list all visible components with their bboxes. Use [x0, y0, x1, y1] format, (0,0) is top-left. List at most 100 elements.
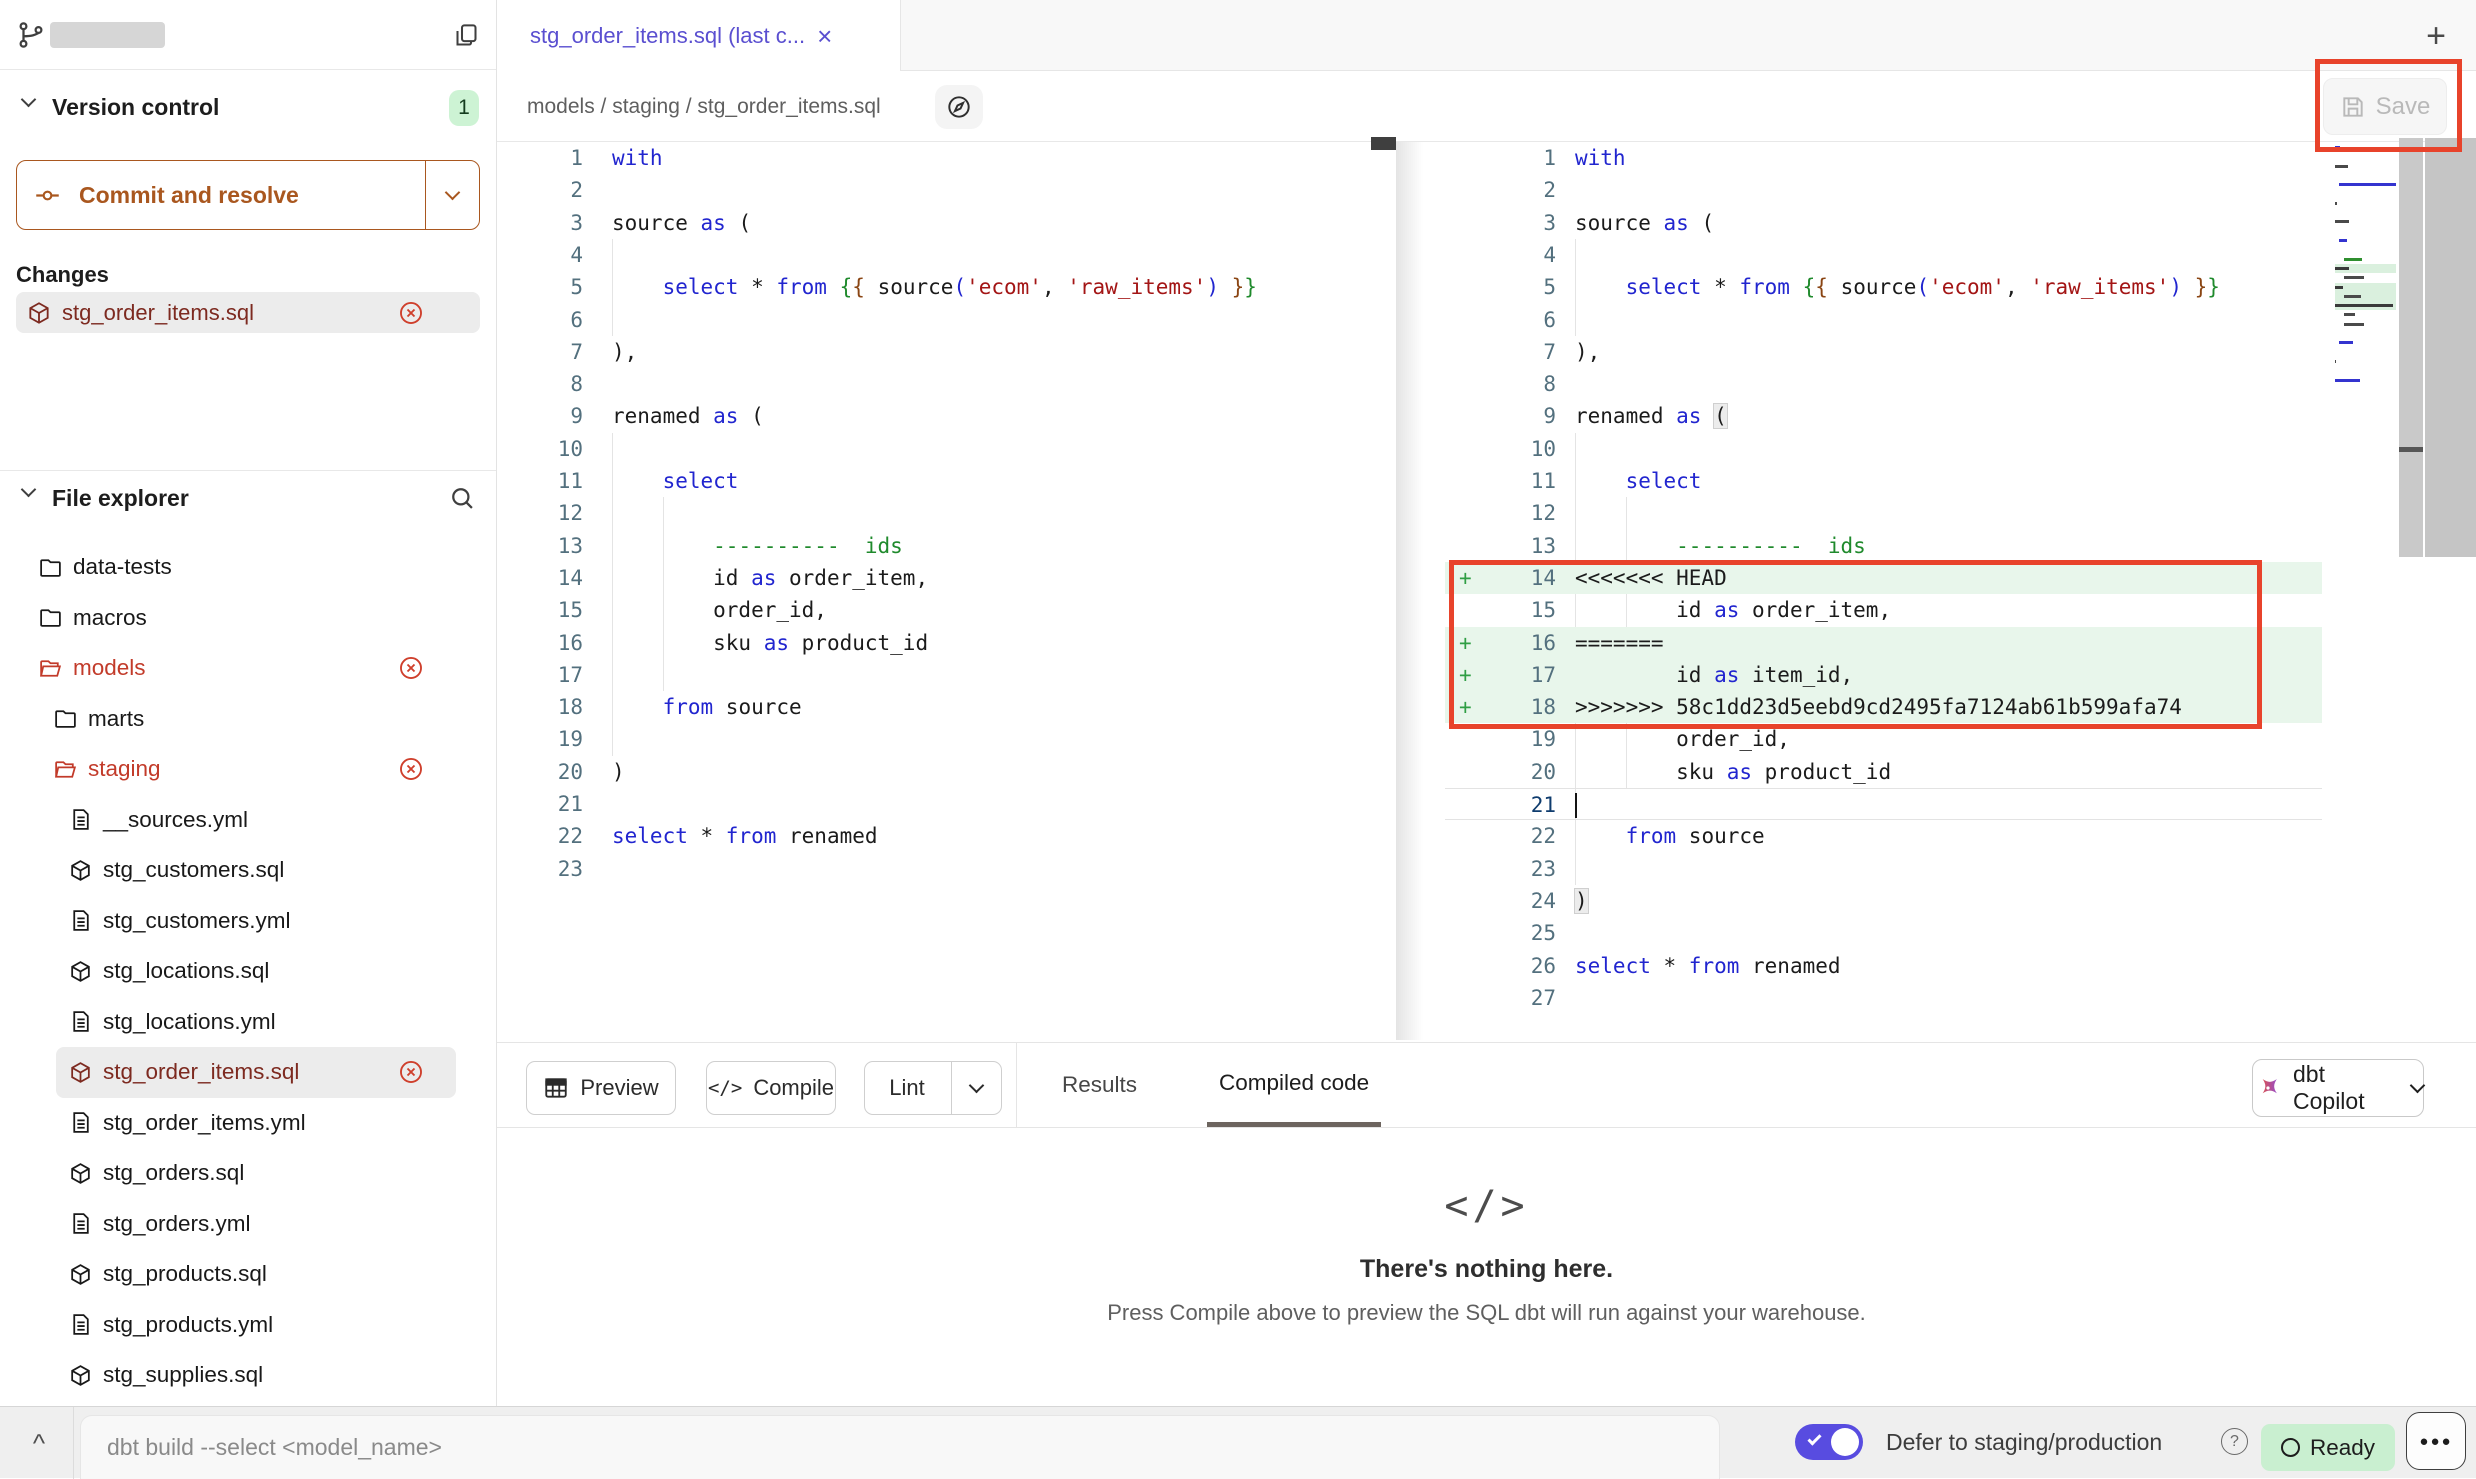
help-icon[interactable]: ? [2221, 1428, 2248, 1455]
code-line-19[interactable]: 19 order_id, [1445, 723, 2322, 755]
file-item-stg_locations.yml[interactable]: stg_locations.yml [0, 997, 497, 1048]
preview-button[interactable]: Preview [526, 1061, 676, 1115]
file-item-stg_orders.yml[interactable]: stg_orders.yml [0, 1199, 497, 1250]
close-tab-icon[interactable]: × [817, 23, 832, 49]
code-line-17[interactable]: 17 [497, 659, 1396, 691]
code-line-19[interactable]: 19 [497, 723, 1396, 755]
code-line-17[interactable]: +17 id as item_id, [1445, 659, 2322, 691]
window-scrollbar[interactable] [2425, 138, 2476, 557]
editor-pane-right[interactable]: 1with23source as (45 select * from {{ so… [1445, 142, 2322, 1015]
file-item-stg_customers.yml[interactable]: stg_customers.yml [0, 896, 497, 947]
code-line-5[interactable]: 5 select * from {{ source('ecom', 'raw_i… [497, 271, 1396, 303]
code-line-11[interactable]: 11 select [497, 465, 1396, 497]
code-line-2[interactable]: 2 [1445, 174, 2322, 206]
code-line-14[interactable]: 14 id as order_item, [497, 562, 1396, 594]
dbt-copilot-button[interactable]: dbt Copilot [2252, 1059, 2424, 1117]
command-input[interactable] [80, 1415, 1720, 1479]
save-button[interactable]: Save [2323, 78, 2447, 135]
file-item-stg_orders.sql[interactable]: stg_orders.sql [0, 1148, 497, 1199]
code-line-10[interactable]: 10 [1445, 433, 2322, 465]
file-item-stg_order_items.sql[interactable]: stg_order_items.sql [56, 1047, 456, 1098]
lineage-compass-icon[interactable] [935, 85, 983, 129]
git-branch-icon[interactable] [16, 20, 46, 50]
code-line-12[interactable]: 12 [1445, 497, 2322, 529]
code-line-23[interactable]: 23 [1445, 853, 2322, 885]
editor-scrollbar[interactable] [2399, 138, 2423, 557]
code-line-10[interactable]: 10 [497, 433, 1396, 465]
code-line-16[interactable]: +16======= [1445, 627, 2322, 659]
code-line-22[interactable]: 22 from source [1445, 820, 2322, 852]
code-line-25[interactable]: 25 [1445, 917, 2322, 949]
code-line-22[interactable]: 22select * from renamed [497, 820, 1396, 852]
file-item-macros[interactable]: macros [0, 593, 497, 644]
chevron-down-icon[interactable] [23, 488, 34, 495]
compile-button[interactable]: </> Compile [706, 1061, 836, 1115]
code-line-18[interactable]: +18>>>>>>> 58c1dd23d5eebd9cd2495fa7124ab… [1445, 691, 2322, 723]
discard-change-icon[interactable] [397, 299, 425, 327]
code-line-7[interactable]: 7), [497, 336, 1396, 368]
file-item-stg_customers.sql[interactable]: stg_customers.sql [0, 845, 497, 896]
file-item-marts[interactable]: marts [0, 694, 497, 745]
code-line-9[interactable]: 9renamed as ( [497, 400, 1396, 432]
file-item-stg_order_items.yml[interactable]: stg_order_items.yml [0, 1098, 497, 1149]
code-line-6[interactable]: 6 [497, 304, 1396, 336]
code-line-6[interactable]: 6 [1445, 304, 2322, 336]
code-line-27[interactable]: 27 [1445, 982, 2322, 1014]
code-line-8[interactable]: 8 [497, 368, 1396, 400]
file-item-stg_locations.sql[interactable]: stg_locations.sql [0, 946, 497, 997]
overflow-menu-button[interactable]: ●●● [2406, 1412, 2466, 1470]
code-line-3[interactable]: 3source as ( [497, 207, 1396, 239]
code-line-15[interactable]: 15 id as order_item, [1445, 594, 2322, 626]
code-line-14[interactable]: +14<<<<<<< HEAD [1445, 562, 2322, 594]
code-line-21[interactable]: 21 [1445, 788, 2322, 820]
tab-compiled-code[interactable]: Compiled code [1207, 1043, 1381, 1127]
code-line-1[interactable]: 1with [497, 142, 1396, 174]
commit-and-resolve-button[interactable]: Commit and resolve [16, 160, 480, 230]
code-line-11[interactable]: 11 select [1445, 465, 2322, 497]
code-line-24[interactable]: 24) [1445, 885, 2322, 917]
lint-button[interactable]: Lint [864, 1061, 1002, 1115]
lint-dropdown-button[interactable] [951, 1062, 1001, 1114]
code-line-3[interactable]: 3source as ( [1445, 207, 2322, 239]
code-line-23[interactable]: 23 [497, 853, 1396, 885]
code-line-4[interactable]: 4 [1445, 239, 2322, 271]
code-line-4[interactable]: 4 [497, 239, 1396, 271]
code-line-7[interactable]: 7), [1445, 336, 2322, 368]
file-item-data-tests[interactable]: data-tests [0, 542, 497, 593]
code-line-13[interactable]: 13 ---------- ids [497, 530, 1396, 562]
changed-file-row[interactable]: stg_order_items.sql [16, 292, 480, 333]
file-item-stg_products.sql[interactable]: stg_products.sql [0, 1249, 497, 1300]
code-line-12[interactable]: 12 [497, 497, 1396, 529]
tab-stg-order-items[interactable]: stg_order_items.sql (last c... × [497, 0, 901, 71]
code-line-18[interactable]: 18 from source [497, 691, 1396, 723]
defer-toggle[interactable] [1795, 1424, 1863, 1460]
discard-file-icon[interactable] [397, 654, 425, 682]
minimap[interactable] [2335, 142, 2396, 412]
code-line-2[interactable]: 2 [497, 174, 1396, 206]
code-line-20[interactable]: 20) [497, 756, 1396, 788]
code-line-20[interactable]: 20 sku as product_id [1445, 756, 2322, 788]
discard-file-icon[interactable] [397, 1058, 425, 1086]
file-item-staging[interactable]: staging [0, 744, 497, 795]
code-line-13[interactable]: 13 ---------- ids [1445, 530, 2322, 562]
code-line-16[interactable]: 16 sku as product_id [497, 627, 1396, 659]
code-line-26[interactable]: 26select * from renamed [1445, 950, 2322, 982]
search-icon[interactable] [448, 484, 476, 512]
file-item-__sources.yml[interactable]: __sources.yml [0, 795, 497, 846]
code-line-5[interactable]: 5 select * from {{ source('ecom', 'raw_i… [1445, 271, 2322, 303]
editor-pane-left[interactable]: 1with23source as (45 select * from {{ so… [497, 142, 1396, 886]
code-line-21[interactable]: 21 [497, 788, 1396, 820]
discard-file-icon[interactable] [397, 755, 425, 783]
file-item-stg_supplies.sql[interactable]: stg_supplies.sql [0, 1350, 497, 1401]
chevron-down-icon[interactable] [23, 98, 34, 105]
left-scrollbar-thumb[interactable] [1371, 137, 1396, 150]
code-line-8[interactable]: 8 [1445, 368, 2322, 400]
file-item-models[interactable]: models [0, 643, 497, 694]
collapse-panel-icon[interactable]: ^ [22, 1407, 56, 1479]
tab-results[interactable]: Results [1050, 1043, 1149, 1127]
file-item-stg_products.yml[interactable]: stg_products.yml [0, 1300, 497, 1351]
code-line-9[interactable]: 9renamed as ( [1445, 400, 2322, 432]
new-tab-icon[interactable]: + [2418, 17, 2454, 56]
commit-dropdown-button[interactable] [425, 161, 479, 229]
copy-files-icon[interactable] [453, 22, 480, 49]
